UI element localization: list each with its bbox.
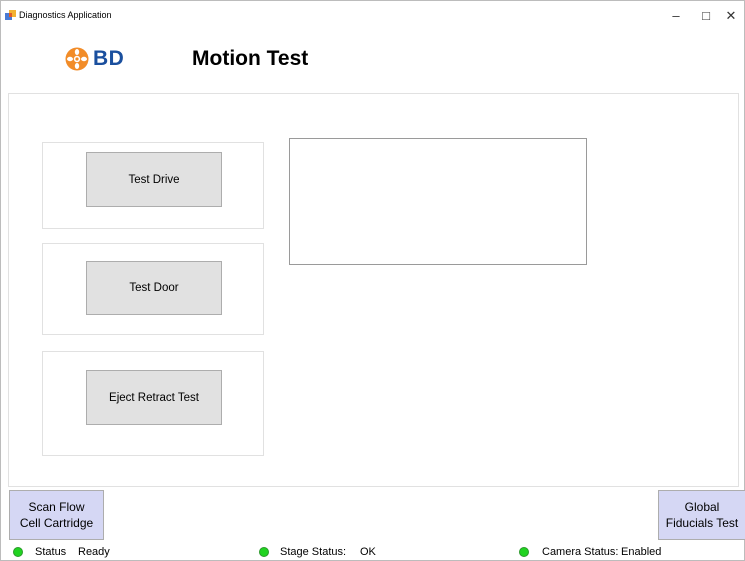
eject-retract-test-button[interactable]: Eject Retract Test bbox=[86, 370, 222, 425]
status-led-icon bbox=[13, 547, 23, 557]
scan-button-line1: Scan Flow bbox=[28, 500, 85, 514]
status-value: Ready bbox=[78, 546, 110, 558]
status-bar: Status Ready Stage Status: OK Camera Sta… bbox=[1, 545, 745, 561]
output-textbox[interactable] bbox=[289, 138, 587, 265]
status-label: Status bbox=[35, 546, 67, 558]
close-button[interactable]: ✕ bbox=[717, 5, 745, 27]
camera-status-value: Enabled bbox=[621, 546, 662, 558]
stage-status-value: OK bbox=[360, 546, 376, 558]
stage-status-led-icon bbox=[259, 547, 269, 557]
bd-logo-text: BD bbox=[93, 47, 125, 70]
bd-logo: BD bbox=[65, 44, 124, 74]
window-title: Diagnostics Application bbox=[19, 10, 112, 20]
app-window: Diagnostics Application – □ ✕ BD Motion … bbox=[0, 0, 745, 561]
app-icon bbox=[5, 10, 16, 20]
scan-button-line2: Cell Cartridge bbox=[19, 516, 94, 530]
minimize-button[interactable]: – bbox=[662, 5, 690, 27]
test-drive-button[interactable]: Test Drive bbox=[86, 152, 222, 207]
camera-status-led-icon bbox=[519, 547, 529, 557]
scan-flow-cell-cartridge-button[interactable]: Scan Flow Cell Cartridge bbox=[9, 490, 104, 540]
camera-status-label: Camera Status: bbox=[542, 546, 619, 558]
title-bar: Diagnostics Application – □ ✕ bbox=[1, 1, 744, 27]
global-fiducials-test-button[interactable]: Global Fiducials Test bbox=[658, 490, 745, 540]
global-button-line1: Global bbox=[684, 500, 720, 514]
page-title: Motion Test bbox=[192, 47, 309, 70]
maximize-button[interactable]: □ bbox=[692, 5, 720, 27]
bd-logo-icon bbox=[65, 47, 89, 71]
stage-status-label: Stage Status: bbox=[280, 546, 347, 558]
global-button-line2: Fiducials Test bbox=[665, 516, 739, 530]
test-door-button[interactable]: Test Door bbox=[86, 261, 222, 315]
